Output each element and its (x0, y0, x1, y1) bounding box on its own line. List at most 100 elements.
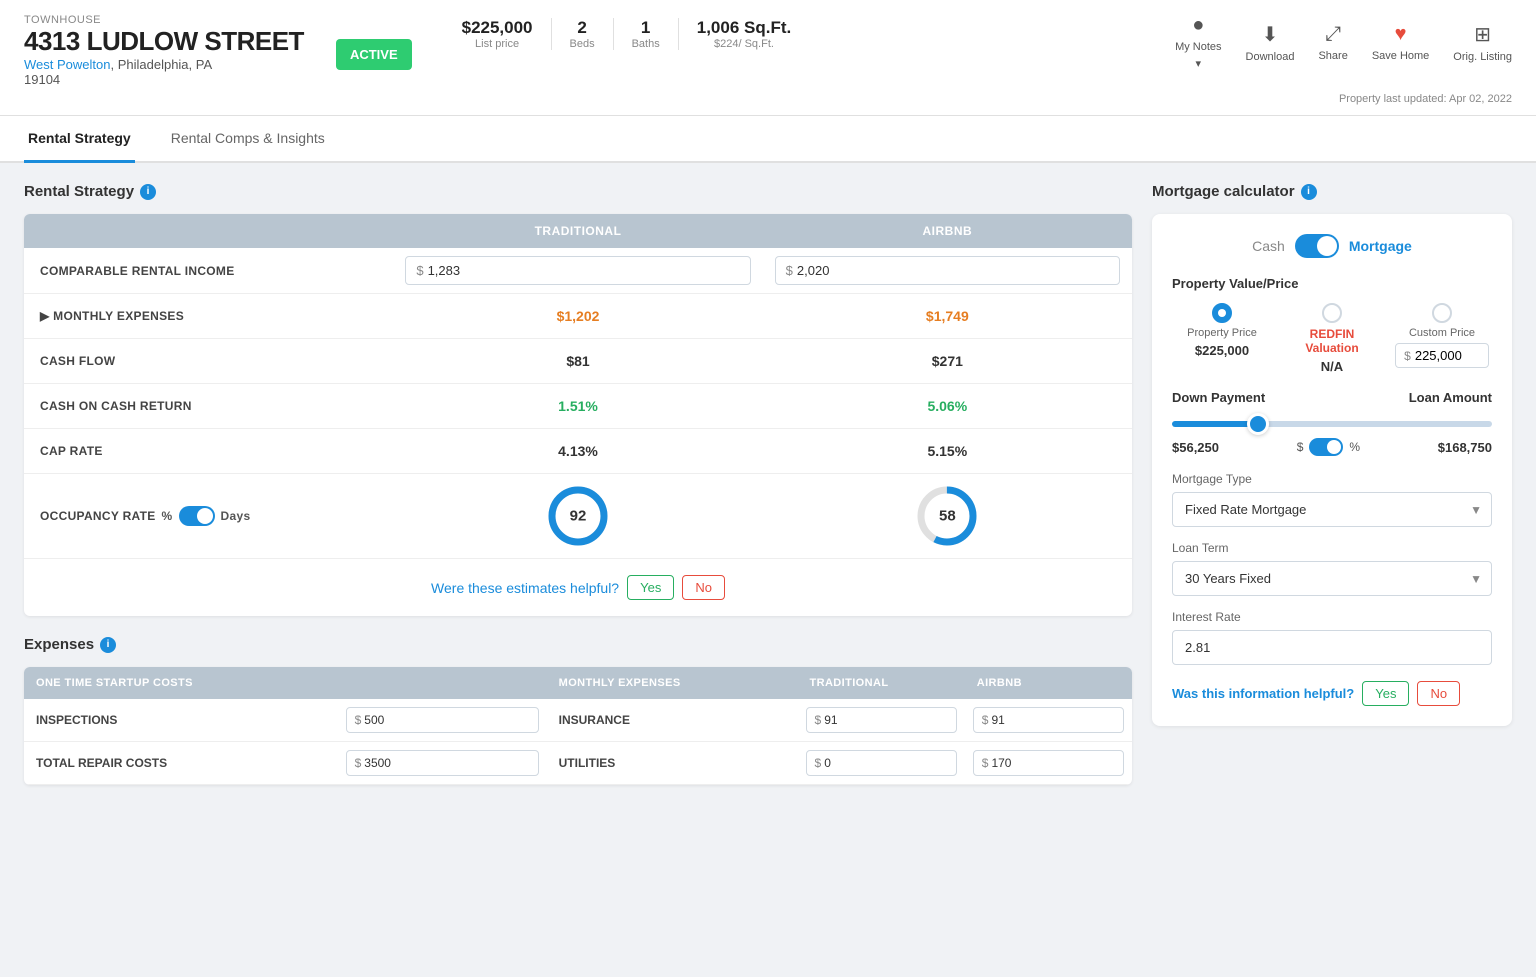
row-label-occupancy: OCCUPANCY RATE % Days (24, 492, 393, 540)
beds-stat: 2 Beds (552, 18, 614, 50)
col-traditional-header: TRADITIONAL (393, 214, 762, 248)
loan-term-select[interactable]: 30 Years Fixed 15 Years Fixed 20 Years F… (1172, 561, 1492, 596)
table-row: ▶ MONTHLY EXPENSES $1,202 $1,749 (24, 294, 1132, 339)
utilities-traditional-input[interactable] (824, 756, 874, 770)
mortgage-type-select[interactable]: Fixed Rate Mortgage Adjustable Rate Mort… (1172, 492, 1492, 527)
redfin-valuation-radio[interactable] (1322, 303, 1342, 323)
strategy-table-header: TRADITIONAL AIRBNB (24, 214, 1132, 248)
airbnb-expenses-value: $1,749 (763, 294, 1132, 338)
expenses-info-icon[interactable]: i (100, 637, 116, 653)
share-icon: ⤢ (1325, 23, 1341, 46)
utilities-label: UTILITIES (547, 744, 798, 782)
occupancy-toggle[interactable] (179, 506, 215, 526)
loan-term-field: Loan Term 30 Years Fixed 15 Years Fixed … (1172, 541, 1492, 596)
property-zip: 19104 (24, 72, 304, 87)
table-row: CAP RATE 4.13% 5.15% (24, 429, 1132, 474)
utilities-airbnb-input[interactable] (991, 756, 1041, 770)
custom-price-input[interactable] (1415, 348, 1480, 363)
traditional-cocr-value: 1.51% (393, 384, 762, 428)
redfin-valuation-value: N/A (1321, 359, 1343, 374)
airbnb-occupancy-value: 58 (939, 508, 956, 525)
traditional-expenses-value: $1,202 (393, 294, 762, 338)
property-stats: $225,000 List price 2 Beds 1 Baths 1,006… (444, 18, 810, 50)
header: TOWNHOUSE 4313 LUDLOW STREET West Powelt… (0, 0, 1536, 116)
row-label-comparable: COMPARABLE RENTAL INCOME (24, 250, 393, 292)
header-actions: ● My Notes ▾ ⬇ Download ⤢ Share ♥ Save H… (1175, 14, 1512, 70)
days-label: Days (221, 509, 251, 523)
traditional-rental-input-wrap: $ (405, 256, 750, 285)
airbnb-rental-input[interactable] (797, 263, 867, 278)
property-type: TOWNHOUSE (24, 14, 304, 26)
insurance-airbnb-cell: $ (965, 699, 1132, 741)
feedback-no-button[interactable]: No (682, 575, 725, 600)
table-row: CASH ON CASH RETURN 1.51% 5.06% (24, 384, 1132, 429)
pct-label: % (162, 509, 173, 523)
traditional-rental-input-cell: $ (393, 248, 762, 293)
airbnb-rental-input-wrap: $ (775, 256, 1120, 285)
mortgage-no-button[interactable]: No (1417, 681, 1460, 706)
utilities-traditional-cell: $ (798, 742, 965, 784)
interest-rate-input[interactable] (1172, 630, 1492, 665)
neighborhood-link[interactable]: West Powelton (24, 57, 110, 72)
property-address: 4313 LUDLOW STREET (24, 26, 304, 57)
my-notes-button[interactable]: ● My Notes ▾ (1175, 14, 1221, 70)
property-price-option: Property Price $225,000 (1172, 303, 1272, 374)
custom-price-radio[interactable] (1432, 303, 1452, 323)
feedback-yes-button[interactable]: Yes (627, 575, 674, 600)
notes-icon: ● (1192, 14, 1204, 37)
tab-rental-strategy[interactable]: Rental Strategy (24, 116, 135, 163)
property-value-label: Property Value/Price (1172, 276, 1492, 291)
airbnb-cocr-value: 5.06% (763, 384, 1132, 428)
traditional-caprate-value: 4.13% (393, 429, 762, 473)
expenses-table-header: ONE TIME STARTUP COSTS MONTHLY EXPENSES … (24, 667, 1132, 699)
list-price-stat: $225,000 List price (444, 18, 552, 50)
repair-input-cell: $ (338, 742, 547, 784)
down-payment-label: Down Payment (1172, 390, 1265, 405)
row-label-cocr: CASH ON CASH RETURN (24, 385, 393, 427)
property-price-radio[interactable] (1212, 303, 1232, 323)
insurance-label: INSURANCE (547, 701, 798, 739)
airbnb-occupancy-chart: 58 (763, 484, 1132, 548)
row-label-expenses: ▶ MONTHLY EXPENSES (24, 295, 393, 337)
insurance-traditional-cell: $ (798, 699, 965, 741)
traditional-occupancy-value: 92 (570, 508, 587, 525)
cash-mortgage-toggle[interactable] (1295, 234, 1339, 258)
inspections-input[interactable] (364, 713, 414, 727)
mortgage-yes-button[interactable]: Yes (1362, 681, 1409, 706)
property-value-section: Property Value/Price Property Price $225… (1172, 276, 1492, 374)
right-panel: Mortgage calculator i Cash Mortgage Prop… (1152, 183, 1512, 785)
table-row: CASH FLOW $81 $271 (24, 339, 1132, 384)
dp-unit-toggle[interactable] (1309, 438, 1343, 456)
mortgage-type-field: Mortgage Type Fixed Rate Mortgage Adjust… (1172, 472, 1492, 527)
property-price-option-label: Property Price (1187, 327, 1257, 339)
custom-price-input-wrap: $ (1395, 343, 1489, 368)
down-payment-slider[interactable] (1172, 421, 1492, 427)
share-button[interactable]: ⤢ Share (1318, 23, 1347, 62)
download-button[interactable]: ⬇ Download (1246, 22, 1295, 63)
feedback-question: Were these estimates helpful? (431, 580, 619, 596)
table-row: TOTAL REPAIR COSTS $ UTILITIES $ (24, 742, 1132, 785)
table-row: INSPECTIONS $ INSURANCE $ $ (24, 699, 1132, 742)
mortgage-info-icon[interactable]: i (1301, 184, 1317, 200)
tab-rental-comps[interactable]: Rental Comps & Insights (167, 116, 329, 163)
airbnb-cashflow-value: $271 (763, 339, 1132, 383)
down-payment-amount: $56,250 (1172, 440, 1219, 455)
down-payment-slider-wrap (1172, 415, 1492, 430)
save-home-button[interactable]: ♥ Save Home (1372, 23, 1429, 62)
repair-input[interactable] (364, 756, 414, 770)
custom-price-label: Custom Price (1409, 327, 1475, 339)
traditional-rental-input[interactable] (428, 263, 498, 278)
redfin-valuation-label: REDFINValuation (1305, 327, 1358, 355)
traditional-occupancy-chart: 92 (393, 484, 762, 548)
orig-listing-button[interactable]: ⊞ Orig. Listing (1453, 22, 1512, 63)
insurance-airbnb-input[interactable] (991, 713, 1041, 727)
loan-term-wrap: 30 Years Fixed 15 Years Fixed 20 Years F… (1172, 561, 1492, 596)
heart-icon: ♥ (1395, 23, 1407, 46)
loan-term-select-wrap: 30 Years Fixed 15 Years Fixed 20 Years F… (1172, 561, 1492, 596)
mortgage-card: Cash Mortgage Property Value/Price Prope… (1152, 214, 1512, 726)
interest-rate-field: Interest Rate (1172, 610, 1492, 665)
price-radio-group: Property Price $225,000 REDFINValuation … (1172, 303, 1492, 374)
main-content: Rental Strategy i TRADITIONAL AIRBNB COM… (0, 163, 1536, 805)
rental-strategy-info-icon[interactable]: i (140, 184, 156, 200)
insurance-traditional-input[interactable] (824, 713, 874, 727)
